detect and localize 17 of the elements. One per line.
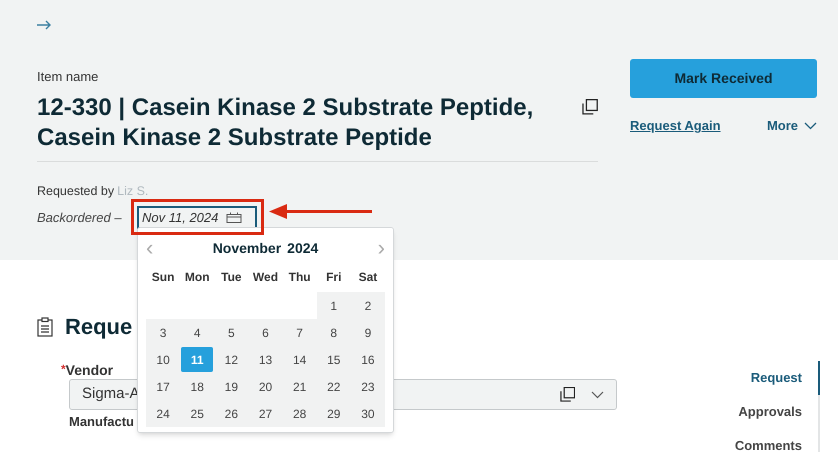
field-label: Vendor — [66, 361, 114, 380]
required-mark: * — [61, 361, 66, 378]
section-title: Reque — [65, 313, 132, 341]
field-label: Manufactu — [69, 413, 134, 431]
year-label: 2024 — [287, 238, 318, 258]
weekday-label: Wed — [252, 269, 280, 286]
status-text: Backordered – — [37, 210, 122, 225]
weekday-label: Thu — [288, 269, 312, 286]
weekday-label: Sun — [150, 269, 176, 286]
weekday-label: Tue — [220, 269, 243, 286]
item-title: 12-330 | Casein Kinase 2 Substrate Peptide, Casein Kinase 2 Substrate Peptide — [37, 93, 534, 153]
field-label: Item name — [37, 69, 100, 85]
weekday-label: Fri — [325, 269, 342, 286]
month-label: November — [212, 238, 282, 258]
weekday-label: Sat — [358, 269, 378, 286]
weekday-label: Mon — [184, 269, 211, 286]
requested-by-label: Requested by — [37, 184, 114, 198]
